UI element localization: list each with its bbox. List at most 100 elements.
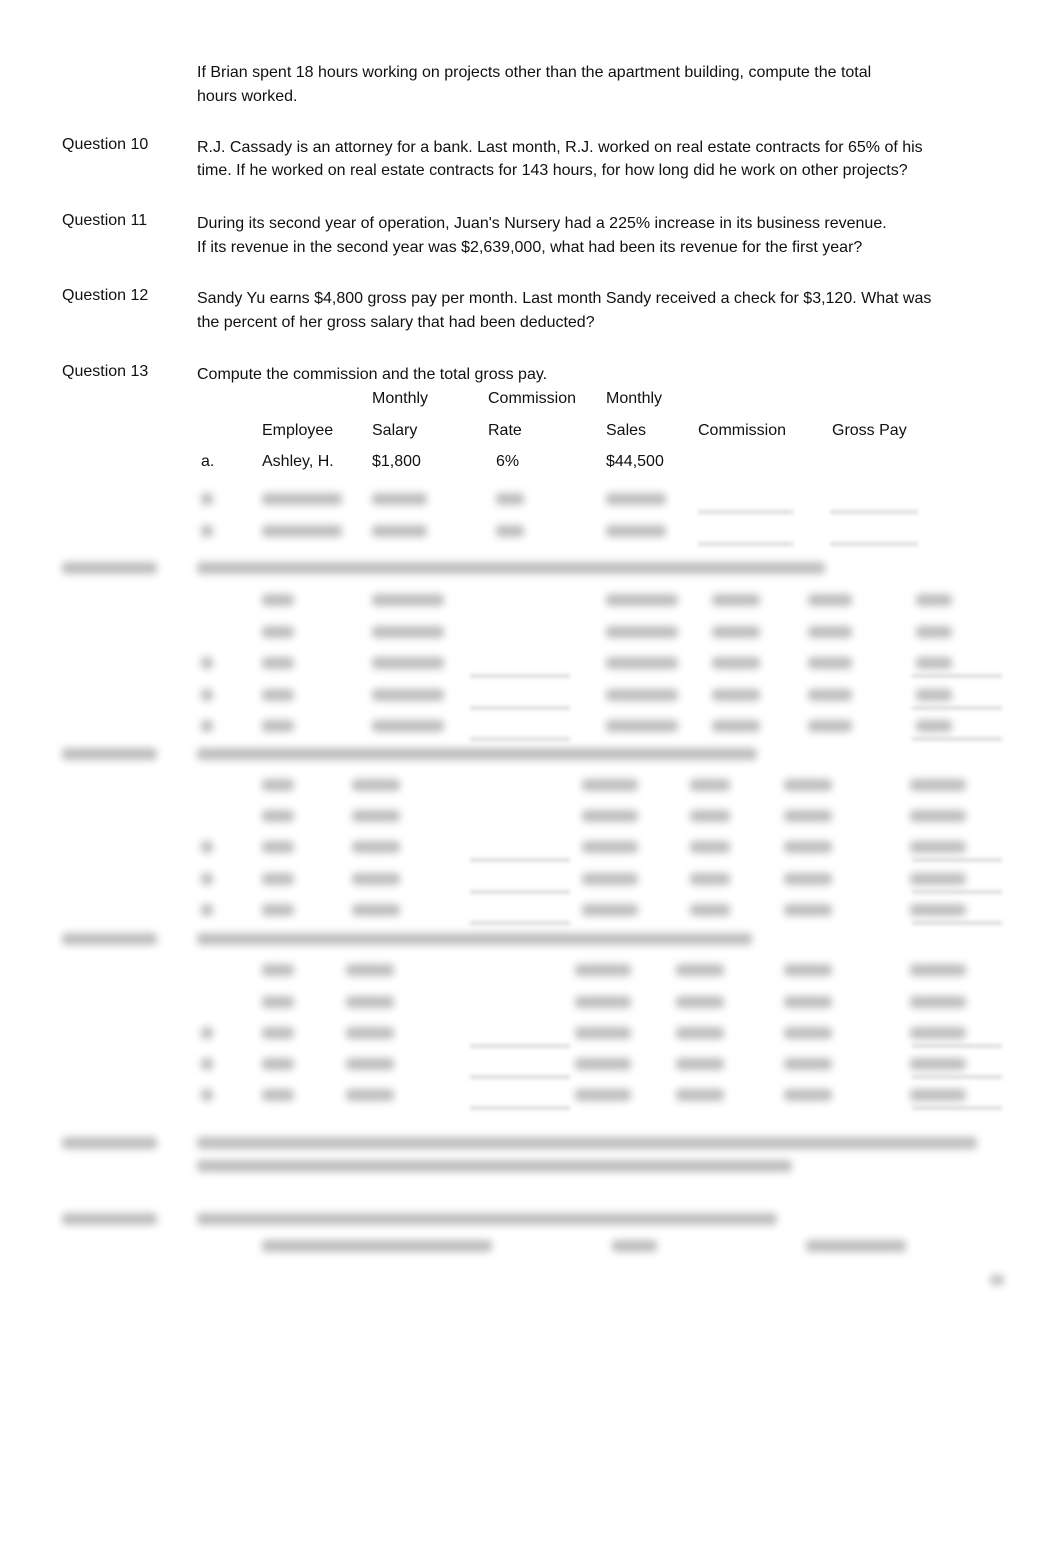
blurred-text <box>784 841 832 853</box>
blurred-answer-line <box>470 859 570 861</box>
question-text: Compute the commission and the total gro… <box>197 366 548 383</box>
blurred-answer-line <box>698 543 793 545</box>
blurred-text <box>262 1240 492 1252</box>
question-label: Question 11 <box>62 212 148 229</box>
blurred-text <box>582 810 638 822</box>
blurred-text <box>575 1089 631 1101</box>
blurred-answer-line <box>912 1107 1002 1109</box>
blurred-text <box>62 562 157 574</box>
blurred-answer-line <box>698 511 793 513</box>
blurred-answer-line <box>912 675 1002 677</box>
blurred-text <box>582 841 638 853</box>
blurred-text <box>690 810 730 822</box>
blurred-text <box>352 810 400 822</box>
blurred-answer-line <box>912 707 1002 709</box>
blurred-text <box>346 1089 394 1101</box>
blurred-text <box>784 1027 832 1039</box>
blurred-text <box>712 594 760 606</box>
intro-line: If Brian spent 18 hours working on proje… <box>197 64 872 81</box>
blurred-text <box>606 525 666 537</box>
blurred-text <box>990 1275 1004 1285</box>
blurred-text <box>201 720 213 732</box>
blurred-text <box>916 657 952 669</box>
blurred-answer-line <box>470 922 570 924</box>
blurred-text <box>62 933 157 945</box>
blurred-text <box>712 689 760 701</box>
blurred-text <box>582 873 638 885</box>
blurred-text <box>910 1058 966 1070</box>
question-text: R.J. Cassady is an attorney for a bank. … <box>197 139 923 156</box>
blurred-answer-line <box>470 707 570 709</box>
blurred-answer-line <box>470 1107 570 1109</box>
blurred-text <box>197 1137 977 1149</box>
blurred-text <box>606 720 678 732</box>
blurred-text <box>606 594 678 606</box>
blurred-text <box>201 689 213 701</box>
question-text: time. If he worked on real estate contra… <box>197 162 908 179</box>
blurred-text <box>910 1089 966 1101</box>
blurred-text <box>575 964 631 976</box>
blurred-text <box>352 779 400 791</box>
blurred-answer-line <box>470 1076 570 1078</box>
header-gross-pay: Gross Pay <box>832 422 907 439</box>
blurred-text <box>62 1213 157 1225</box>
blurred-answer-line <box>470 738 570 740</box>
row-employee: Ashley, H. <box>262 453 334 470</box>
blurred-text <box>582 904 638 916</box>
blurred-text <box>910 873 966 885</box>
header-rate: Rate <box>488 422 522 439</box>
blurred-text <box>712 720 760 732</box>
blurred-text <box>910 996 966 1008</box>
blurred-text <box>201 657 213 669</box>
blurred-answer-line <box>830 511 918 513</box>
blurred-text <box>808 689 852 701</box>
blurred-text <box>784 810 832 822</box>
blurred-text <box>262 657 294 669</box>
blurred-text <box>916 720 952 732</box>
blurred-text <box>910 841 966 853</box>
blurred-text <box>201 493 213 505</box>
blurred-text <box>910 779 966 791</box>
blurred-text <box>712 657 760 669</box>
blurred-text <box>910 964 966 976</box>
blurred-text <box>262 720 294 732</box>
blurred-answer-line <box>912 859 1002 861</box>
blurred-text <box>690 779 730 791</box>
blurred-text <box>346 1027 394 1039</box>
blurred-text <box>262 779 294 791</box>
blurred-text <box>676 964 724 976</box>
blurred-text <box>262 810 294 822</box>
blurred-answer-line <box>912 738 1002 740</box>
blurred-text <box>372 525 427 537</box>
blurred-text <box>784 873 832 885</box>
blurred-text <box>262 689 294 701</box>
blurred-text <box>690 904 730 916</box>
blurred-text <box>784 779 832 791</box>
blurred-answer-line <box>912 922 1002 924</box>
blurred-text <box>784 996 832 1008</box>
blurred-text <box>606 689 678 701</box>
blurred-text <box>910 810 966 822</box>
question-text: Sandy Yu earns $4,800 gross pay per mont… <box>197 290 932 307</box>
blurred-text <box>197 1160 792 1172</box>
blurred-text <box>808 657 852 669</box>
blurred-text <box>784 904 832 916</box>
blurred-text <box>262 904 294 916</box>
blurred-text <box>372 689 444 701</box>
blurred-text <box>606 493 666 505</box>
header-rate-top: Commission <box>488 390 577 407</box>
blurred-text <box>372 657 444 669</box>
header-salary: Salary <box>372 422 418 439</box>
blurred-text <box>346 996 394 1008</box>
blurred-text <box>808 720 852 732</box>
blurred-text <box>346 964 394 976</box>
blurred-answer-line <box>912 1076 1002 1078</box>
blurred-text <box>606 657 678 669</box>
blurred-text <box>201 841 213 853</box>
blurred-text <box>575 1058 631 1070</box>
blurred-text <box>197 1213 777 1225</box>
blurred-text <box>372 594 444 606</box>
blurred-text <box>262 1058 294 1070</box>
header-employee: Employee <box>262 422 334 439</box>
header-salary-top: Monthly <box>372 390 429 407</box>
